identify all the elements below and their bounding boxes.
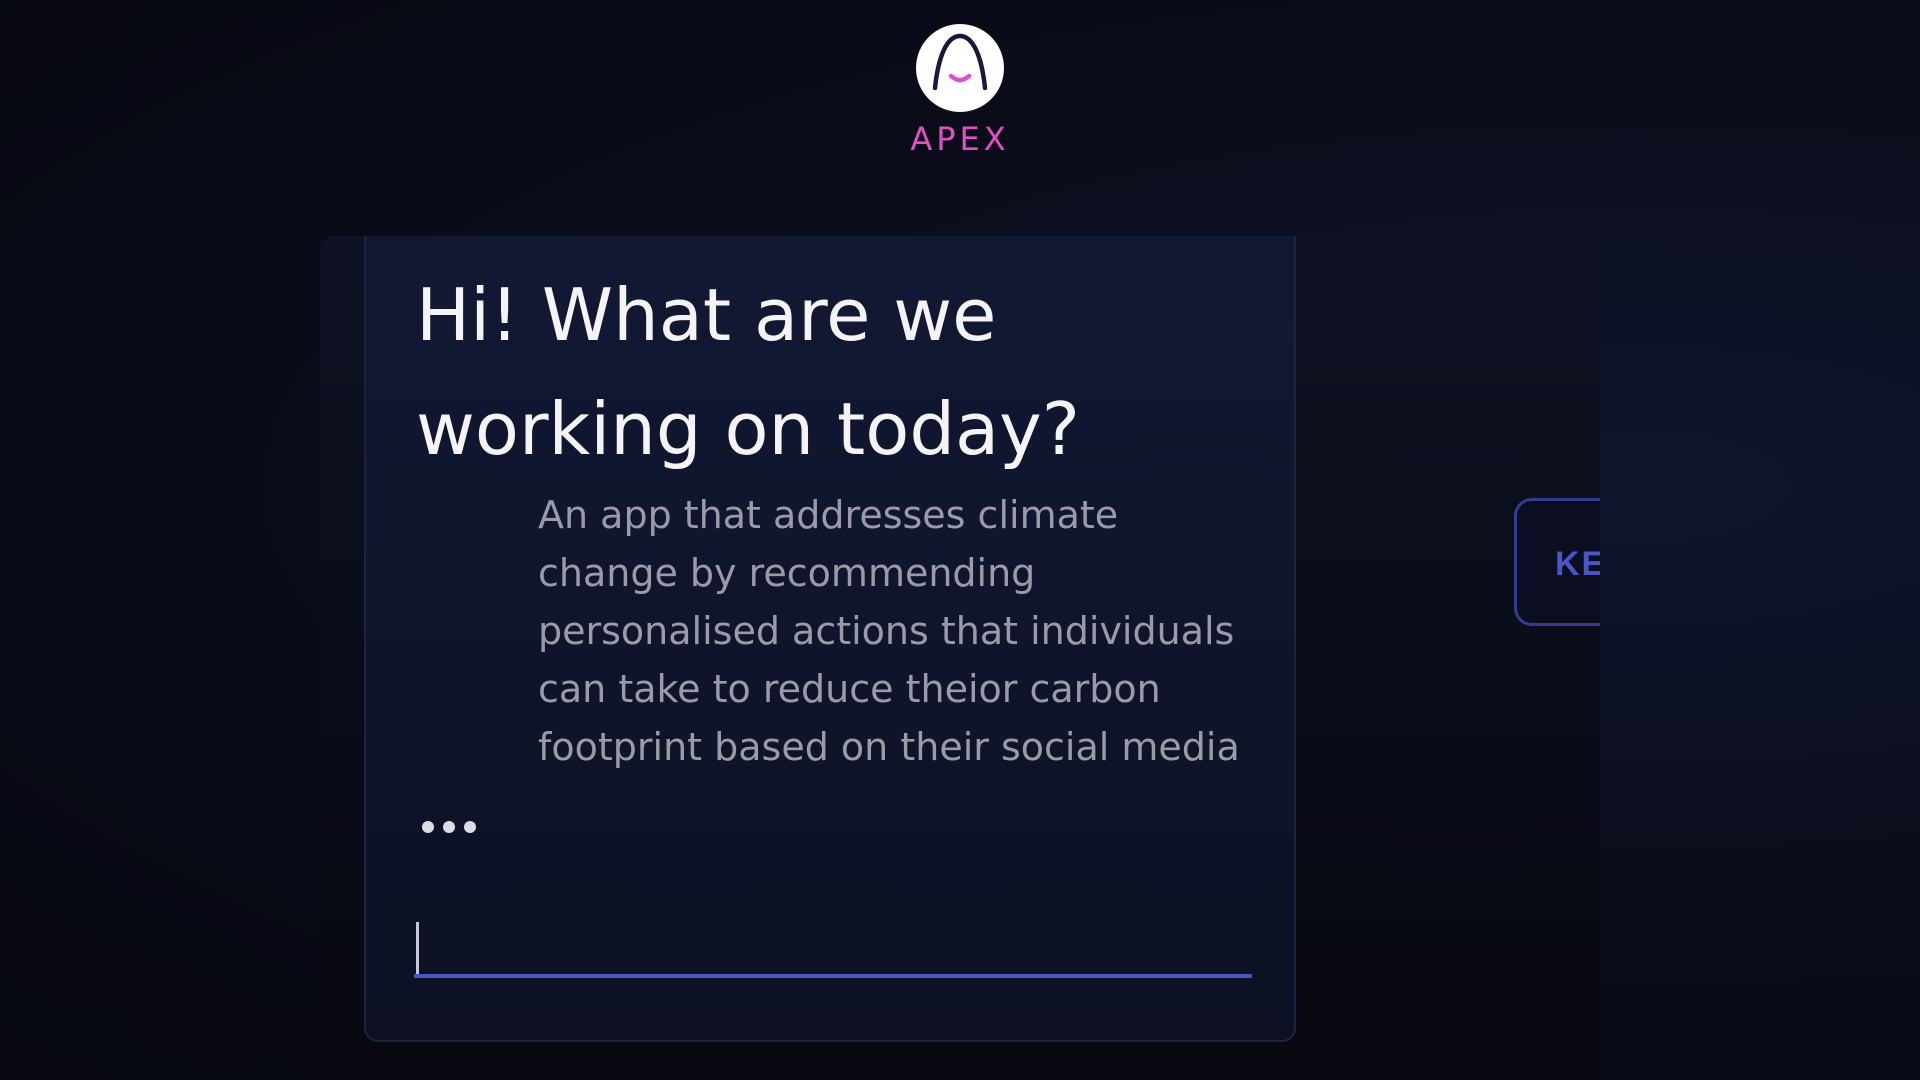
user-message: An app that addresses climate change by …	[538, 493, 1240, 769]
typing-dot	[422, 821, 434, 833]
typing-indicator-icon	[422, 821, 476, 833]
side-button[interactable]: KE	[1514, 498, 1600, 626]
typing-dot	[464, 821, 476, 833]
chat-card: Hi! What are we working on today? An app…	[364, 236, 1296, 1042]
apex-logo-icon	[916, 24, 1004, 112]
typing-dot	[443, 821, 455, 833]
side-button-label: KE	[1555, 545, 1600, 583]
text-caret	[416, 922, 419, 974]
apex-logo-svg	[932, 33, 988, 91]
side-button-clip: KE	[1510, 496, 1600, 632]
greeting-heading: Hi! What are we working on today?	[416, 273, 1080, 471]
brand-name: APEX	[910, 120, 1010, 158]
message-input[interactable]	[414, 918, 1252, 978]
